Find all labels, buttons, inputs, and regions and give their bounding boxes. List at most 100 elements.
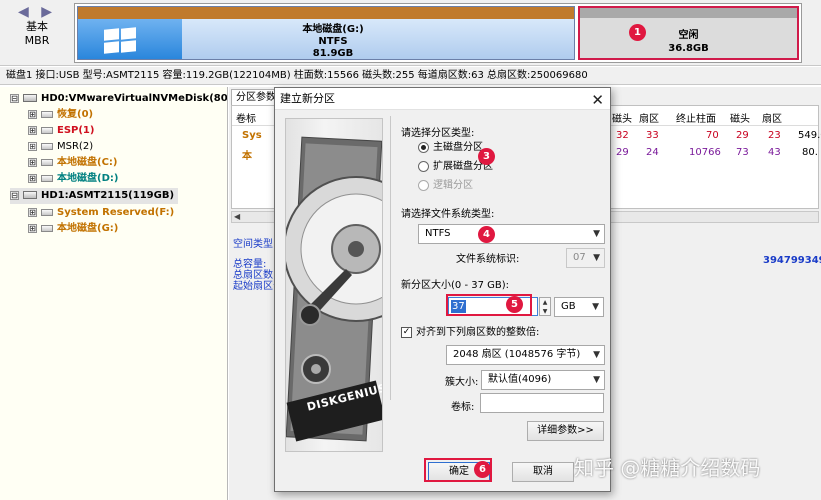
row-cell: 29: [736, 130, 749, 141]
cancel-button[interactable]: 取消: [512, 462, 574, 482]
size-unit-value: GB: [561, 301, 576, 312]
free-space-label: 空闲: [678, 30, 699, 41]
partition-icon: [41, 126, 53, 134]
table-row[interactable]: Sys: [242, 130, 262, 141]
tree-node-g[interactable]: ⊞ 本地磁盘(G:): [28, 221, 118, 237]
disk-tree: ⊟ HD0:VMwareVirtualNVMeDisk(80GB ⊞ 恢复(0) ⊞…: [0, 87, 228, 500]
disk-icon: [23, 94, 37, 102]
row-cell: 10766: [689, 147, 721, 158]
spin-up-icon[interactable]: ▲: [540, 298, 550, 307]
align-value: 2048 扇区 (1048576 字节): [453, 349, 581, 360]
step-marker-6: 6: [474, 461, 491, 478]
align-checkbox[interactable]: ✓ 对齐到下列扇区数的整数倍:: [401, 326, 539, 340]
free-space-block[interactable]: 空闲 36.8GB: [578, 6, 799, 60]
disk-navigator: ◀ ▶ 基本 MBR: [2, 2, 72, 62]
collapse-icon[interactable]: ⊟: [10, 93, 19, 103]
expand-icon[interactable]: ⊞: [28, 207, 37, 217]
tree-node-label: ESP(1): [57, 125, 95, 136]
partition-icon: [41, 174, 53, 182]
tree-node-hd0[interactable]: ⊟ HD0:VMwareVirtualNVMeDisk(80GB: [10, 91, 228, 107]
cluster-size-select[interactable]: 默认值(4096) ▼: [481, 370, 605, 390]
row-volume: Sys: [242, 130, 262, 141]
table-row[interactable]: 本: [242, 147, 252, 162]
expand-icon[interactable]: ⊞: [28, 223, 37, 233]
step-marker-4: 4: [478, 226, 495, 243]
details-button[interactable]: 详细参数>>: [527, 421, 604, 441]
expand-icon[interactable]: ⊞: [28, 109, 37, 119]
row-volume: 本: [242, 151, 252, 162]
cluster-size-label: 簇大小:: [445, 377, 479, 388]
partition-options-group: 请选择分区类型: 主磁盘分区 扩展磁盘分区 逻辑分区 请选择文件系统类型: NT…: [390, 116, 606, 400]
scroll-left-icon[interactable]: ◀: [234, 212, 240, 221]
checkbox-checked-icon: ✓: [401, 326, 412, 338]
col-head: 磁头: [730, 114, 750, 125]
partition-icon: [41, 208, 53, 216]
radio-checked-icon: [418, 141, 429, 153]
chevron-down-icon: ▼: [593, 229, 600, 239]
tree-node-label: HD0:VMwareVirtualNVMeDisk(80GB: [41, 93, 228, 104]
radio-disabled-icon: [418, 179, 429, 191]
primary-partition-radio[interactable]: 主磁盘分区: [418, 141, 483, 155]
tree-node-label: 恢复(0): [57, 109, 94, 120]
col-head: 磁头: [612, 114, 632, 125]
disk-partition-bar: 本地磁盘(G:) NTFS 81.9GB 空闲 36.8GB: [74, 3, 802, 63]
fs-type-value: NTFS: [425, 228, 451, 239]
fs-type-select[interactable]: NTFS ▼: [418, 224, 605, 244]
size-label: 新分区大小(0 - 37 GB):: [401, 280, 510, 291]
chevron-down-icon: ▼: [593, 253, 600, 263]
collapse-icon[interactable]: ⊟: [10, 190, 19, 200]
tree-node-esp[interactable]: ⊞ ESP(1): [28, 123, 94, 139]
tree-node-label: 本地磁盘(D:): [57, 173, 119, 184]
partition-cap: [78, 7, 574, 19]
radio-label: 逻辑分区: [433, 180, 473, 191]
dialog-title: 建立新分区: [280, 92, 335, 105]
disk-map-area: ◀ ▶ 基本 MBR 本地磁盘(G:) NTFS 81.9GB 空闲 36.8G…: [0, 0, 821, 66]
radio-label: 主磁盘分区: [433, 142, 483, 153]
tree-node-system-reserved[interactable]: ⊞ System Reserved(F:): [28, 205, 174, 221]
fs-type-label: 请选择文件系统类型:: [401, 209, 495, 220]
forward-arrow-icon[interactable]: ▶: [41, 4, 56, 20]
spin-down-icon[interactable]: ▼: [540, 307, 550, 316]
expand-icon[interactable]: ⊞: [28, 157, 37, 167]
partition-g-fs: NTFS: [318, 36, 348, 47]
col-sector: 扇区: [639, 114, 659, 125]
row-cell: 73: [736, 147, 749, 158]
align-select[interactable]: 2048 扇区 (1048576 字节) ▼: [446, 345, 605, 365]
partition-g-name: 本地磁盘(G:): [302, 24, 364, 35]
dialog-title-bar: 建立新分区 ✕: [275, 88, 610, 110]
disk-type-label: 基本: [26, 20, 48, 33]
partition-block-g[interactable]: 本地磁盘(G:) NTFS 81.9GB: [77, 6, 575, 60]
tree-node-c[interactable]: ⊞ 本地磁盘(C:): [28, 155, 117, 171]
row-cell: 549.0: [798, 130, 821, 141]
expand-icon[interactable]: ⊞: [28, 125, 37, 135]
partition-icon: [41, 224, 53, 232]
back-arrow-icon[interactable]: ◀: [18, 4, 33, 20]
col-volume: 卷标: [236, 114, 256, 125]
expand-icon[interactable]: ⊞: [28, 141, 37, 151]
close-icon[interactable]: ✕: [591, 89, 604, 111]
fs-id-select: 07 ▼: [566, 248, 605, 268]
size-unit-select[interactable]: GB ▼: [554, 297, 604, 317]
chevron-down-icon: ▼: [592, 302, 599, 312]
row-cell: 32: [616, 130, 629, 141]
col-sector: 扇区: [762, 114, 782, 125]
tree-node-msr[interactable]: ⊞ MSR(2): [28, 139, 93, 155]
chevron-down-icon: ▼: [593, 375, 600, 385]
free-space-cap: [580, 8, 797, 18]
disk-info-line: 磁盘1 接口:USB 型号:ASMT2115 容量:119.2GB(122104…: [0, 67, 821, 85]
step-marker-5: 5: [506, 296, 523, 313]
align-label: 对齐到下列扇区数的整数倍:: [416, 327, 540, 338]
volume-label-input[interactable]: [480, 393, 604, 413]
cluster-size-value: 默认值(4096): [488, 374, 552, 385]
tree-node-hd1[interactable]: ⊟ HD1:ASMT2115(119GB): [10, 188, 179, 204]
expand-icon[interactable]: ⊞: [28, 173, 37, 183]
new-partition-dialog: 建立新分区 ✕ DISKGENIUS 请选择分区类型: 主磁盘分区 扩展磁盘分区…: [274, 87, 611, 492]
volume-label-label: 卷标:: [451, 402, 475, 413]
diskgenius-banner-image: DISKGENIUS: [285, 118, 383, 452]
row-cell: 23: [768, 130, 781, 141]
partition-type-label: 请选择分区类型:: [401, 128, 475, 139]
tree-node-recovery[interactable]: ⊞ 恢复(0): [28, 107, 93, 123]
row-cell: 80.: [802, 147, 818, 158]
tree-node-d[interactable]: ⊞ 本地磁盘(D:): [28, 171, 118, 187]
size-spinner[interactable]: ▲ ▼: [539, 297, 551, 316]
